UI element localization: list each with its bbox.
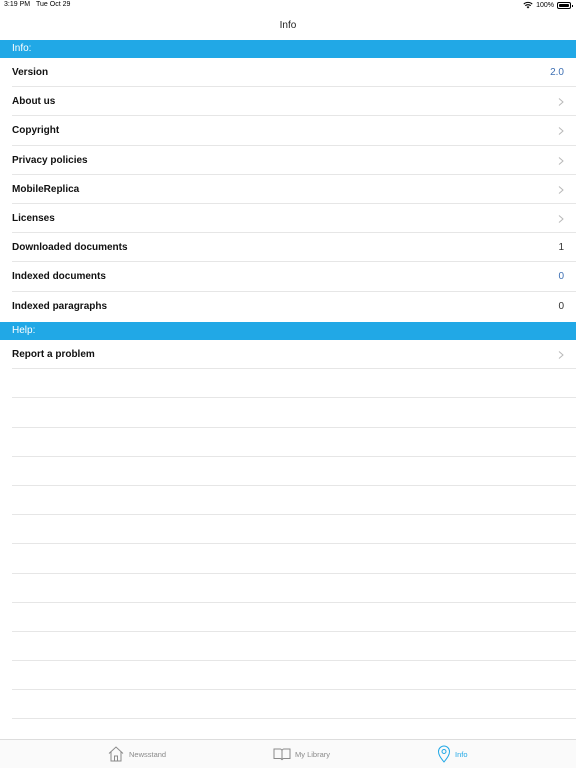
- row-label: Report a problem: [12, 349, 95, 360]
- tab-label: Info: [455, 749, 468, 759]
- tab-my-library[interactable]: My Library: [273, 744, 330, 764]
- row-version: Version 2.0: [12, 58, 576, 88]
- status-bar: 3:19 PM Tue Oct 29 100%: [0, 0, 576, 12]
- row-report-a-problem[interactable]: Report a problem: [12, 340, 576, 370]
- empty-row: [12, 661, 576, 691]
- tab-newsstand[interactable]: Newsstand: [107, 744, 166, 764]
- section-header-help: Help:: [0, 322, 576, 340]
- empty-row: [12, 369, 576, 399]
- battery-percent: 100%: [536, 1, 554, 9]
- chevron-right-icon: [558, 127, 564, 136]
- downloaded-count: 1: [558, 242, 564, 254]
- empty-row: [12, 544, 576, 574]
- row-copyright[interactable]: Copyright: [12, 116, 576, 146]
- empty-row: [12, 632, 576, 662]
- empty-row: [12, 398, 576, 428]
- info-list: Version 2.0 About us Copyright Privacy p…: [0, 58, 576, 321]
- empty-row: [12, 428, 576, 457]
- row-label: MobileReplica: [12, 183, 80, 195]
- chevron-right-icon: [558, 156, 564, 165]
- battery-icon: [557, 1, 573, 9]
- row-indexed-paragraphs: Indexed paragraphs 0: [12, 292, 576, 321]
- empty-row: [12, 457, 576, 486]
- row-label: Copyright: [12, 125, 60, 137]
- row-label: About us: [12, 96, 56, 108]
- chevron-right-icon: [558, 185, 564, 194]
- info-screen: 3:19 PM Tue Oct 29 100% Info Info: Versi…: [0, 0, 576, 768]
- row-label: Downloaded documents: [12, 242, 128, 254]
- row-mobilereplica[interactable]: MobileReplica: [12, 175, 576, 204]
- indexed-documents-count: 0: [558, 271, 564, 283]
- chevron-right-icon: [558, 98, 564, 107]
- nav-bar: Info: [0, 12, 576, 40]
- house-icon: [107, 745, 125, 763]
- row-label: Version: [12, 67, 49, 78]
- chevron-right-icon: [558, 215, 564, 223]
- empty-row: [12, 690, 576, 720]
- row-licenses[interactable]: Licenses: [12, 204, 576, 234]
- location-pin-icon: [437, 745, 451, 763]
- row-about-us[interactable]: About us: [12, 87, 576, 117]
- status-date: Tue Oct 29: [36, 1, 71, 8]
- version-value: 2.0: [550, 67, 564, 78]
- indexed-paragraphs-count: 0: [558, 300, 564, 312]
- row-privacy-policies[interactable]: Privacy policies: [12, 146, 576, 175]
- row-label: Licenses: [12, 212, 55, 224]
- status-right: 100%: [523, 1, 573, 9]
- tab-label: My Library: [295, 749, 331, 759]
- empty-row: [12, 603, 576, 632]
- empty-row: [12, 486, 576, 516]
- book-icon: [273, 747, 291, 761]
- chevron-right-icon: [558, 351, 564, 359]
- row-label: Indexed documents: [12, 271, 106, 283]
- status-time: 3:19 PM: [4, 1, 31, 8]
- row-label: Indexed paragraphs: [12, 300, 108, 312]
- empty-row: [12, 574, 576, 603]
- section-header-info: Info:: [0, 40, 576, 58]
- help-list: Report a problem: [0, 340, 576, 720]
- empty-row: [12, 515, 576, 545]
- tab-label: Newsstand: [129, 749, 167, 759]
- row-downloaded-documents: Downloaded documents 1: [12, 233, 576, 263]
- wifi-icon: [523, 1, 533, 9]
- row-label: Privacy policies: [12, 154, 88, 166]
- tab-info[interactable]: Info: [437, 744, 468, 764]
- tab-bar: Newsstand My Library Info: [0, 739, 576, 768]
- page-title: Info: [279, 20, 297, 31]
- row-indexed-documents: Indexed documents 0: [12, 262, 576, 292]
